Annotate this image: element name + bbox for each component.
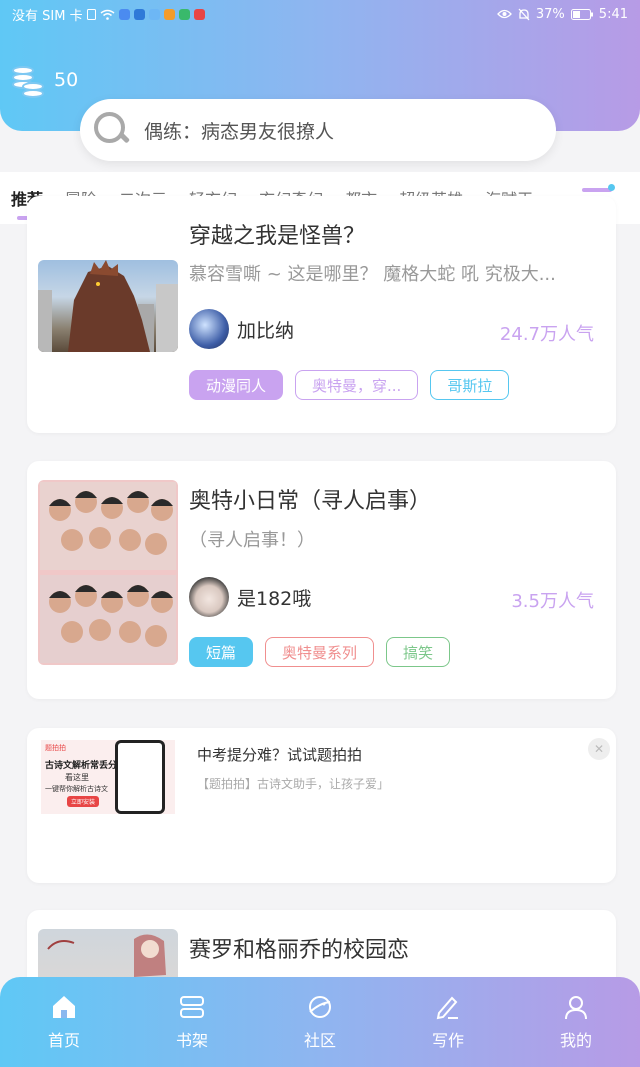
nav-write[interactable]: 写作 xyxy=(384,977,512,1067)
app-notify-icon xyxy=(178,8,190,20)
tag-chip[interactable]: 奥特曼，穿... xyxy=(295,370,419,400)
clock: 5:41 xyxy=(598,6,628,22)
ad-image-line3: 一键帮你解析古诗文 xyxy=(45,785,108,793)
tag-chip[interactable]: 短篇 xyxy=(189,637,254,667)
nav-profile[interactable]: 我的 xyxy=(512,977,640,1067)
story-description: 慕容雪嘶 ~ 这是哪里？ 魔格大蛇 吼 究极大... xyxy=(189,264,556,285)
author-avatar xyxy=(189,577,229,617)
sim-icon xyxy=(86,8,96,20)
nav-label: 我的 xyxy=(559,1031,592,1050)
battery-percent: 37% xyxy=(535,6,565,22)
nav-label: 社区 xyxy=(303,1031,336,1050)
tag-chip[interactable]: 搞笑 xyxy=(386,637,451,667)
story-author[interactable]: 是182哦 xyxy=(189,577,311,617)
nav-label: 书架 xyxy=(175,1031,208,1050)
ad-image: 题拍拍 古诗文解析常丢分 看这里 一键帮你解析古诗文 立即安装 xyxy=(41,740,175,814)
home-icon xyxy=(53,996,75,1018)
story-cover xyxy=(38,480,178,665)
user-icon xyxy=(565,996,587,1020)
tag-chip[interactable]: 动漫同人 xyxy=(189,370,284,400)
tag-chip[interactable]: 哥斯拉 xyxy=(430,370,510,400)
author-avatar xyxy=(189,309,229,349)
ad-title: 中考提分难？试试题拍拍 xyxy=(197,746,363,764)
nav-bookshelf[interactable]: 书架 xyxy=(128,977,256,1067)
ad-image-button: 立即安装 xyxy=(67,796,100,807)
nav-community[interactable]: 社区 xyxy=(256,977,384,1067)
story-title: 奥特小日常（寻人启事） xyxy=(189,489,432,514)
planet-icon xyxy=(309,996,331,1018)
coin-stack-icon xyxy=(10,62,46,98)
coin-balance[interactable]: 50 xyxy=(10,62,78,98)
mute-icon xyxy=(518,8,530,20)
app-notify-icon xyxy=(133,8,145,20)
story-cover xyxy=(38,260,178,352)
ad-image-brand: 题拍拍 xyxy=(45,744,66,752)
search-bar[interactable]: 偶练：病态男友很撩人 xyxy=(80,99,556,161)
author-name: 是182哦 xyxy=(237,587,312,610)
close-icon[interactable]: ✕ xyxy=(588,738,610,760)
story-title: 穿越之我是怪兽？ xyxy=(189,224,366,249)
tag-list: 短篇 奥特曼系列 搞笑 xyxy=(189,637,451,667)
story-description: （寻人启事！） xyxy=(189,530,315,551)
app-notify-icon xyxy=(148,8,160,20)
tag-chip[interactable]: 奥特曼系列 xyxy=(265,637,375,667)
battery-icon xyxy=(570,8,593,20)
nav-label: 写作 xyxy=(431,1031,464,1050)
ad-image-line2: 看这里 xyxy=(65,773,89,782)
app-notify-icon xyxy=(118,8,130,20)
bookshelf-icon xyxy=(180,996,204,1018)
ad-image-headline: 古诗文解析常丢分 xyxy=(45,761,118,771)
popularity-count: 24.7万人气 xyxy=(499,324,594,345)
ad-card[interactable]: 题拍拍 古诗文解析常丢分 看这里 一键帮你解析古诗文 立即安装 中考提分难？试试… xyxy=(27,728,616,883)
nav-home[interactable]: 首页 xyxy=(0,977,128,1067)
story-card[interactable]: 穿越之我是怪兽？ 慕容雪嘶 ~ 这是哪里？ 魔格大蛇 吼 究极大... 加比纳 … xyxy=(27,196,616,433)
ad-phone-mockup xyxy=(115,740,165,814)
status-bar: 没有 SIM 卡 37% 5:41 xyxy=(0,0,640,28)
author-name: 加比纳 xyxy=(237,319,295,342)
story-card[interactable]: 奥特小日常（寻人启事） （寻人启事！） 是182哦 3.5万人气 短篇 奥特曼系… xyxy=(27,461,616,699)
ad-subtitle: 【题拍拍】古诗文助手，让孩子爱」 xyxy=(197,777,390,791)
tag-list: 动漫同人 奥特曼，穿... 哥斯拉 xyxy=(189,370,510,400)
story-author[interactable]: 加比纳 xyxy=(189,309,294,349)
carrier-text: 没有 SIM 卡 xyxy=(12,8,83,24)
app-notify-icon xyxy=(163,8,175,20)
app-notify-icon xyxy=(193,8,205,20)
search-placeholder: 偶练：病态男友很撩人 xyxy=(144,120,335,143)
nav-label: 首页 xyxy=(47,1031,80,1050)
search-icon xyxy=(92,110,132,150)
pen-icon xyxy=(436,996,458,1020)
bottom-navigation: 首页 书架 社区 写作 我的 xyxy=(0,977,640,1067)
wifi-icon xyxy=(100,9,115,20)
coin-count: 50 xyxy=(54,69,79,91)
eye-icon xyxy=(497,9,512,19)
popularity-count: 3.5万人气 xyxy=(511,591,594,612)
story-title: 赛罗和格丽乔的校园恋 xyxy=(189,938,410,963)
